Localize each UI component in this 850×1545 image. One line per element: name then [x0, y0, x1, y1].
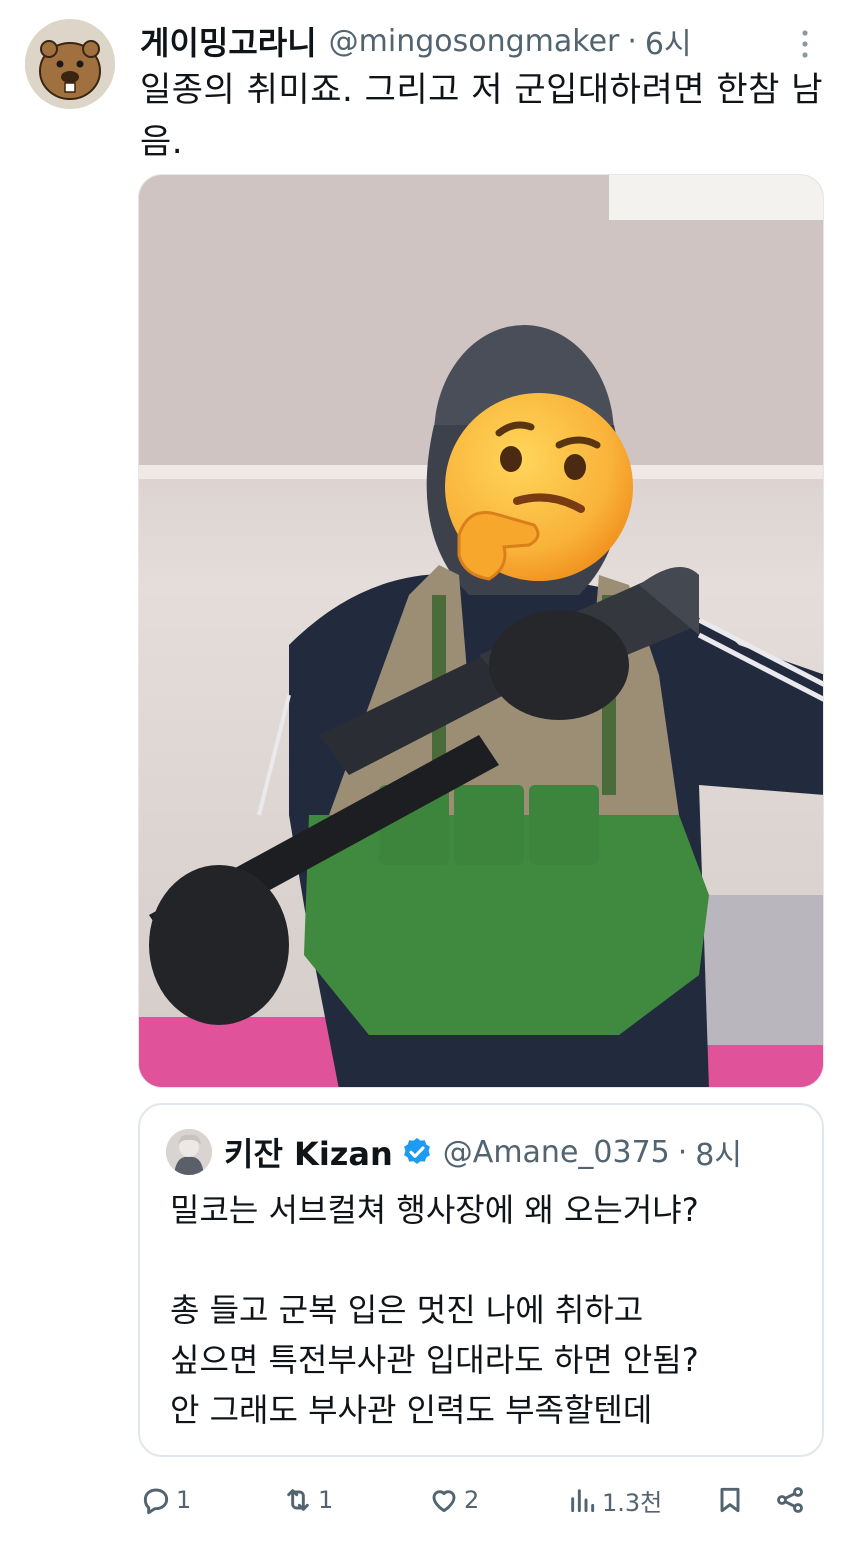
heart-icon	[432, 1490, 456, 1513]
views-count: 1.3천	[602, 1488, 663, 1517]
retweet-icon	[287, 1489, 309, 1511]
quoted-tweet-text: 밀코는 서브컬쳐 행사장에 왜 오는거냐? 총 들고 군복 입은 멋진 나에 취…	[170, 1191, 699, 1429]
reply-icon	[143, 1488, 169, 1515]
author-handle[interactable]: @mingosongmaker	[329, 24, 620, 59]
quoted-separator-dot: ·	[677, 1134, 688, 1170]
photo-person-with-shotgun-and-vest	[139, 175, 823, 1087]
like-count: 2	[464, 1486, 480, 1514]
quoted-timestamp: 8시	[695, 1138, 742, 1173]
quoted-tweet[interactable]: 키잔 Kizan @Amane_0375 · 8시 밀코는 서브컬쳐 행사장에 …	[138, 1103, 824, 1457]
share-button[interactable]	[774, 1472, 806, 1528]
more-vertical-icon[interactable]	[795, 24, 815, 64]
author-display-name[interactable]: 게이밍고라니	[140, 18, 317, 64]
tweet-photo[interactable]	[138, 174, 824, 1088]
quoted-author-display-name: 키잔 Kizan	[224, 1135, 393, 1173]
bookmark-button[interactable]	[714, 1472, 746, 1528]
views-button[interactable]: 1.3천	[566, 1472, 662, 1528]
quoted-author-handle: @Amane_0375	[442, 1134, 670, 1170]
quoted-avatar-image	[166, 1129, 212, 1175]
tweet-header: 게이밍고라니 @mingosongmaker · 6시	[140, 16, 810, 66]
views-chart-icon	[571, 1489, 595, 1513]
tweet-text: 일종의 취미죠. 그리고 저 군입대하려면 한참 남음.	[140, 70, 823, 162]
reply-count: 1	[176, 1486, 192, 1514]
tweet-timestamp[interactable]: 6시	[645, 19, 692, 63]
quoted-tweet-header: 키잔 Kizan @Amane_0375 · 8시	[166, 1127, 742, 1177]
beaver-avatar-illustration	[25, 19, 115, 109]
tweet-action-bar: 1 1 2 1.3천	[0, 1472, 850, 1528]
share-icon	[777, 1487, 803, 1513]
retweet-button[interactable]: 1	[282, 1472, 333, 1528]
retweet-count: 1	[318, 1486, 334, 1514]
bookmark-icon	[720, 1487, 740, 1513]
author-avatar[interactable]	[25, 19, 115, 109]
reply-button[interactable]: 1	[140, 1472, 191, 1528]
verified-badge-icon	[403, 1138, 430, 1164]
like-button[interactable]: 2	[428, 1472, 479, 1528]
separator-dot: ·	[627, 23, 637, 59]
quoted-author-avatar	[166, 1129, 212, 1175]
